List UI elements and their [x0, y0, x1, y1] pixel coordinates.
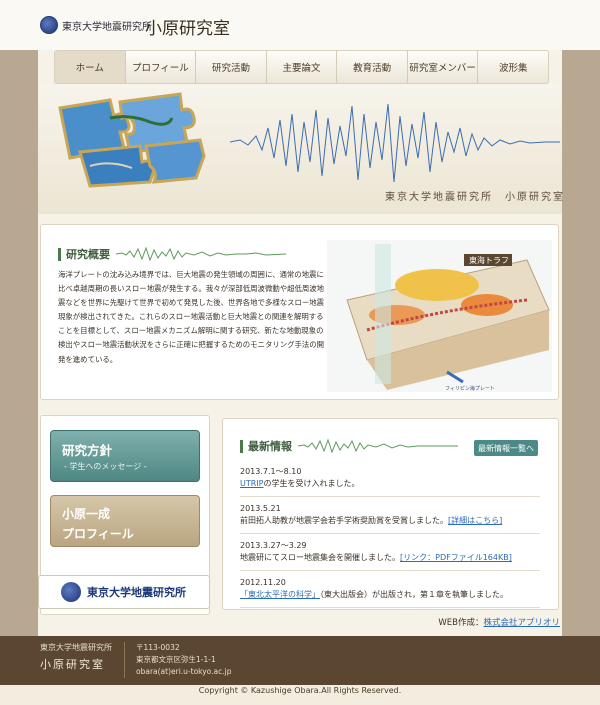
credit-link[interactable]: 株式会社アプリオリ [483, 618, 560, 628]
profile-banner-label: プロフィール [62, 527, 134, 541]
nav-home[interactable]: ホーム [55, 51, 126, 83]
nav-members[interactable]: 研究室メンバー [408, 51, 479, 83]
news-text: 地震研にてスロー地震集会を開催しました。 [240, 553, 400, 562]
profile-banner-name: 小原一成 [62, 507, 111, 521]
footer-street: 東京都文京区弥生1-1-1 [136, 655, 216, 664]
footer-postal: 〒113-0032 [136, 643, 180, 652]
news-text: （東大出版会）が出版され，第１章を執筆しました。 [320, 590, 508, 599]
diagram-title: 東海トラフ [469, 255, 509, 265]
news-text: の学生を受け入れました。 [263, 479, 360, 488]
heading-bar [240, 439, 243, 453]
news-item: 2013.3.27〜3.29 地震研にてスロー地震集会を開催しました。[リンク：… [240, 540, 540, 571]
nav-profile[interactable]: プロフィール [126, 51, 197, 83]
eri-link-banner[interactable]: 東京大学地震研究所 [38, 575, 210, 609]
credit-label: WEB作成： [438, 618, 484, 628]
eri-banner-text: 東京大学地震研究所 [87, 586, 186, 599]
news-item: 2012.11.20 「東北太平洋の科学」（東大出版会）が出版され，第１章を執筆… [240, 577, 540, 608]
news-list: 2013.7.1〜8.10 UTRIPの学生を受け入れました。 2013.5.2… [240, 466, 540, 614]
news-item: 2013.7.1〜8.10 UTRIPの学生を受け入れました。 [240, 466, 540, 497]
top-header: 東京大学地震研究所 小原研究室 [0, 0, 600, 50]
news-heading: 最新情報 [240, 438, 458, 454]
news-link[interactable]: [リンク：PDFファイル164KB] [400, 553, 512, 562]
lab-title[interactable]: 小原研究室 [145, 14, 230, 39]
news-link[interactable]: [詳細はこちら] [448, 516, 502, 525]
subduction-diagram-image: 東海トラフ フィリピン海プレート [327, 240, 552, 392]
nav-papers[interactable]: 主要論文 [267, 51, 338, 83]
footer-address: 〒113-0032 東京都文京区弥生1-1-1 obara(at)eri.u-t… [136, 642, 231, 678]
research-policy-banner[interactable]: 研究方針 - 学生へのメッセージ - [50, 430, 200, 482]
overview-heading: 研究概要 [58, 246, 286, 262]
left-decor-band [0, 50, 38, 638]
footer-divider [124, 642, 125, 678]
right-decor-band [562, 50, 600, 638]
overview-text: 海洋プレートの沈み込み境界では、巨大地震の発生領域の周囲に、通常の地震に比べ卓越… [58, 270, 325, 364]
hero-subtitle: 東京大学地震研究所 小原研究室 [385, 192, 565, 203]
news-date: 2013.3.27〜3.29 [240, 541, 307, 550]
puzzle-map-image [58, 92, 206, 188]
news-list-button[interactable]: 最新情報一覧へ [474, 440, 538, 456]
research-policy-subtitle: - 学生へのメッセージ - [64, 462, 147, 471]
institute-name: 東京大学地震研究所 [62, 21, 152, 33]
research-policy-title: 研究方針 [62, 443, 113, 458]
eri-emblem-icon [61, 582, 81, 602]
web-credit: WEB作成：株式会社アプリオリ [438, 616, 560, 628]
profile-banner[interactable]: 小原一成 プロフィール [50, 495, 200, 547]
global-nav: ホーム プロフィール 研究活動 主要論文 教育活動 研究室メンバー 波形集 [54, 50, 549, 84]
news-date: 2012.11.20 [240, 578, 286, 587]
news-text: 前田拓人助教が地震学会若手学術奨励賞を受賞しました。 [240, 516, 448, 525]
footer-lab: 小原研究室 [40, 658, 105, 671]
news-date: 2013.5.21 [240, 504, 281, 513]
nav-education[interactable]: 教育活動 [337, 51, 408, 83]
news-link[interactable]: 「東北太平洋の科学」 [240, 590, 320, 599]
news-item: 2013.5.21 前田拓人助教が地震学会若手学術奨励賞を受賞しました。[詳細は… [240, 503, 540, 534]
footer-institute: 東京大学地震研究所 [40, 643, 112, 652]
nav-waveforms[interactable]: 波形集 [478, 51, 548, 83]
nav-research[interactable]: 研究活動 [196, 51, 267, 83]
copyright: Copyright © Kazushige Obara.All Rights R… [198, 686, 402, 695]
footer-email: obara(at)eri.u-tokyo.ac.jp [136, 667, 232, 676]
heading-wave-icon [116, 246, 286, 262]
news-link[interactable]: UTRIP [240, 479, 263, 488]
institute-emblem-icon [40, 16, 58, 34]
seismic-waveform-graphic [230, 103, 560, 183]
institute-logo[interactable]: 東京大学地震研究所 [40, 16, 152, 34]
heading-wave-icon [298, 438, 458, 454]
news-date: 2013.7.1〜8.10 [240, 467, 302, 476]
diagram-plate-label: フィリピン海プレート [445, 385, 495, 392]
overview-heading-text: 研究概要 [66, 248, 110, 261]
news-heading-text: 最新情報 [248, 440, 292, 453]
heading-bar [58, 247, 61, 261]
